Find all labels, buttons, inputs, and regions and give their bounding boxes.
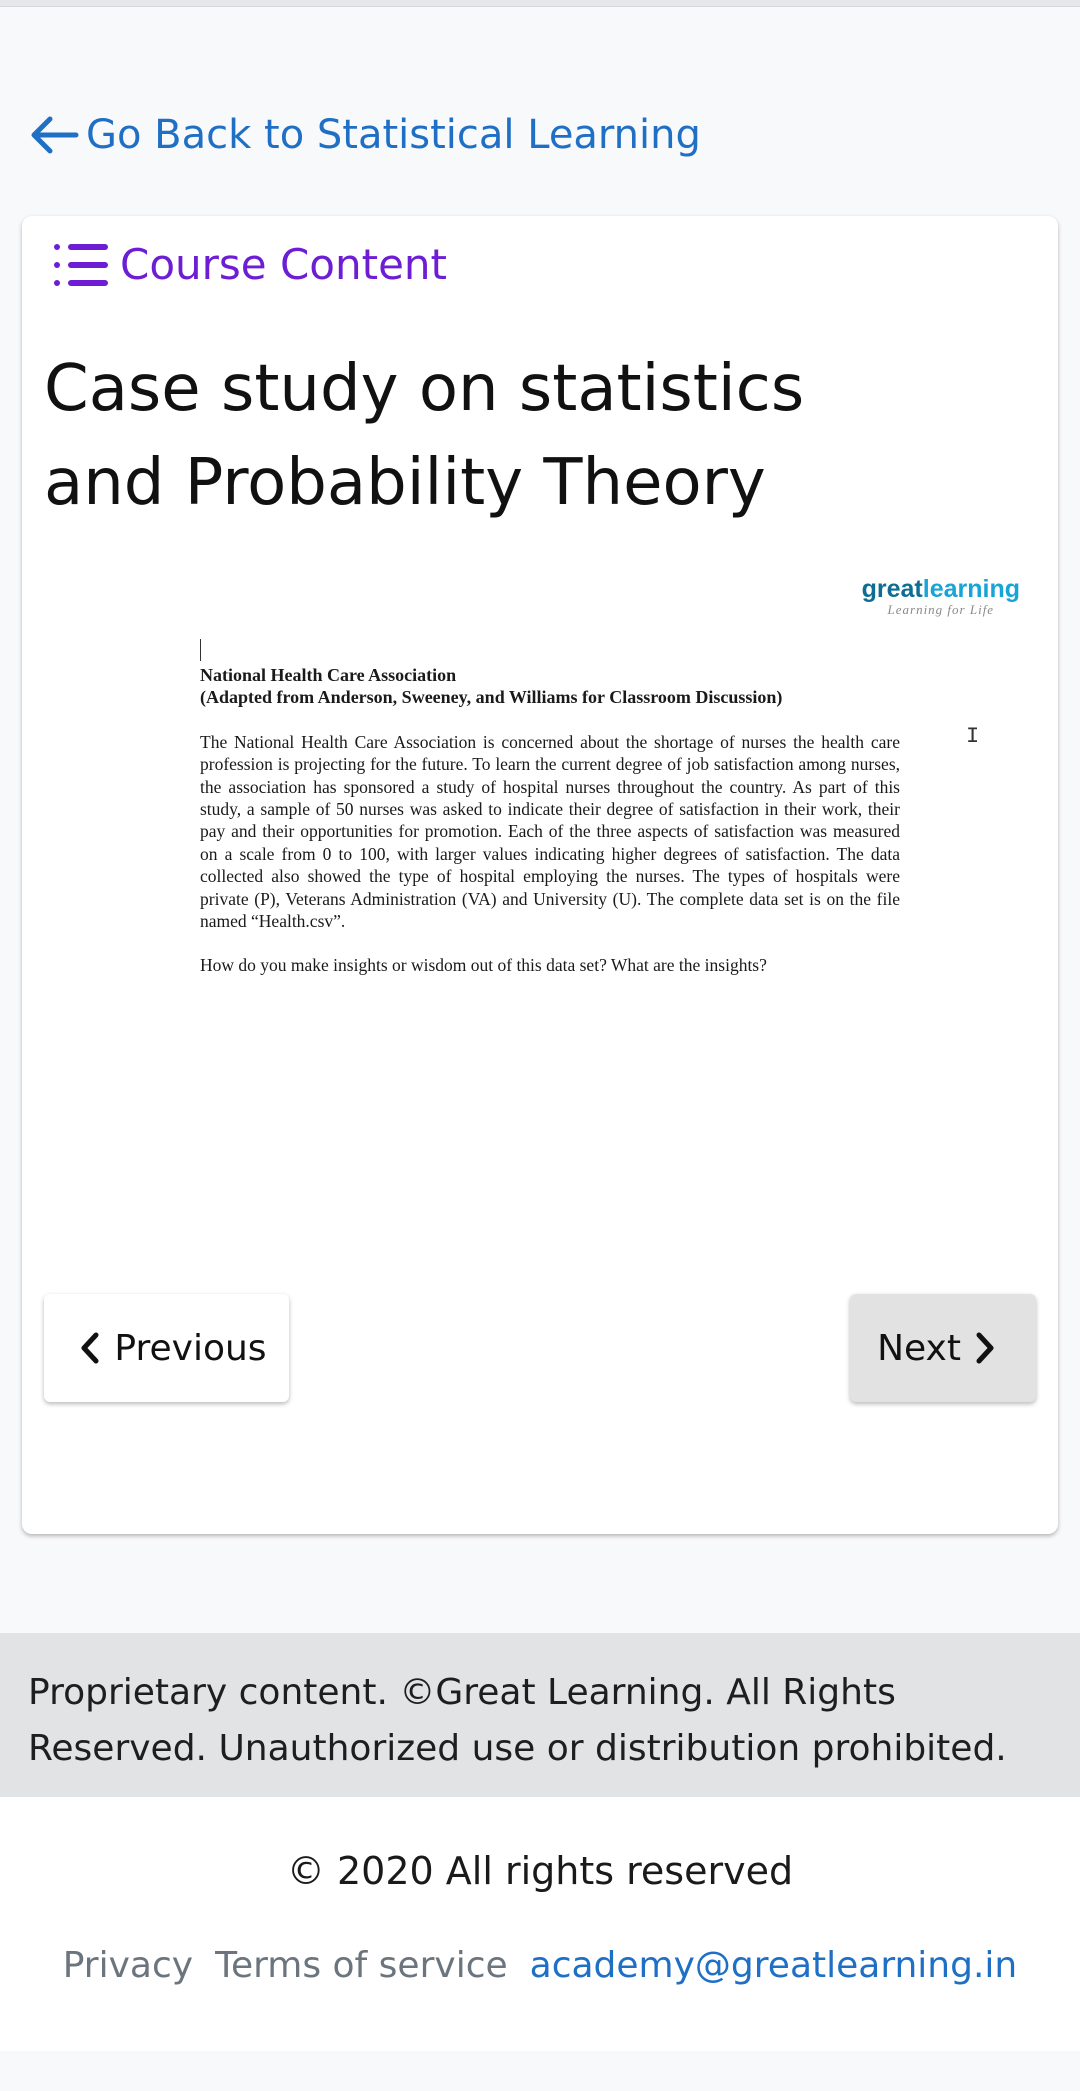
top-divider <box>0 0 1080 7</box>
document-paragraph: The National Health Care Association is … <box>200 731 900 932</box>
text-cursor <box>200 639 201 661</box>
previous-button[interactable]: Previous <box>44 1294 289 1402</box>
ibeam-cursor-icon: I <box>966 724 980 749</box>
terms-of-service-link[interactable]: Terms of service <box>215 1945 508 1986</box>
proprietary-notice-text: Proprietary content. ©Great Learning. Al… <box>28 1672 1007 1769</box>
footer-links: Privacy Terms of service academy@greatle… <box>0 1945 1080 1986</box>
chevron-right-icon <box>976 1332 994 1364</box>
case-study-document: greatlearning Learning for Life I Nation… <box>44 556 1036 1156</box>
footer: © 2020 All rights reserved Privacy Terms… <box>0 1797 1080 2051</box>
next-label: Next <box>877 1327 961 1369</box>
privacy-link[interactable]: Privacy <box>63 1945 193 1986</box>
previous-label: Previous <box>114 1327 267 1369</box>
document-heading-line2: (Adapted from Anderson, Sweeney, and Wil… <box>200 687 783 708</box>
logo-tagline: Learning for Life <box>887 602 995 617</box>
copyright-text: © 2020 All rights reserved <box>286 1849 794 1893</box>
contact-email-link[interactable]: academy@greatlearning.in <box>530 1945 1018 1986</box>
back-to-statistical-learning-link[interactable]: Go Back to Statistical Learning <box>28 112 701 158</box>
document-heading-line1: National Health Care Association <box>200 665 457 685</box>
greatlearning-logo: greatlearning Learning for Life <box>862 576 1020 618</box>
back-link-label: Go Back to Statistical Learning <box>86 112 701 158</box>
next-button[interactable]: Next <box>850 1294 1036 1402</box>
list-icon <box>54 243 108 286</box>
chevron-left-icon <box>81 1332 99 1364</box>
content-card: Course Content Case study on statistics … <box>22 216 1058 1534</box>
logo-brand-dark: great <box>861 575 923 603</box>
course-content-label: Course Content <box>120 240 448 289</box>
proprietary-notice: Proprietary content. ©Great Learning. Al… <box>0 1633 1080 1797</box>
document-text: National Health Care Association (Adapte… <box>200 664 900 977</box>
document-question: How do you make insights or wisdom out o… <box>200 955 767 976</box>
arrow-left-icon <box>31 116 79 154</box>
course-content-link[interactable]: Course Content <box>52 240 447 289</box>
logo-brand-light: learning <box>922 575 1020 603</box>
page-title: Case study on statistics and Probability… <box>44 352 805 520</box>
